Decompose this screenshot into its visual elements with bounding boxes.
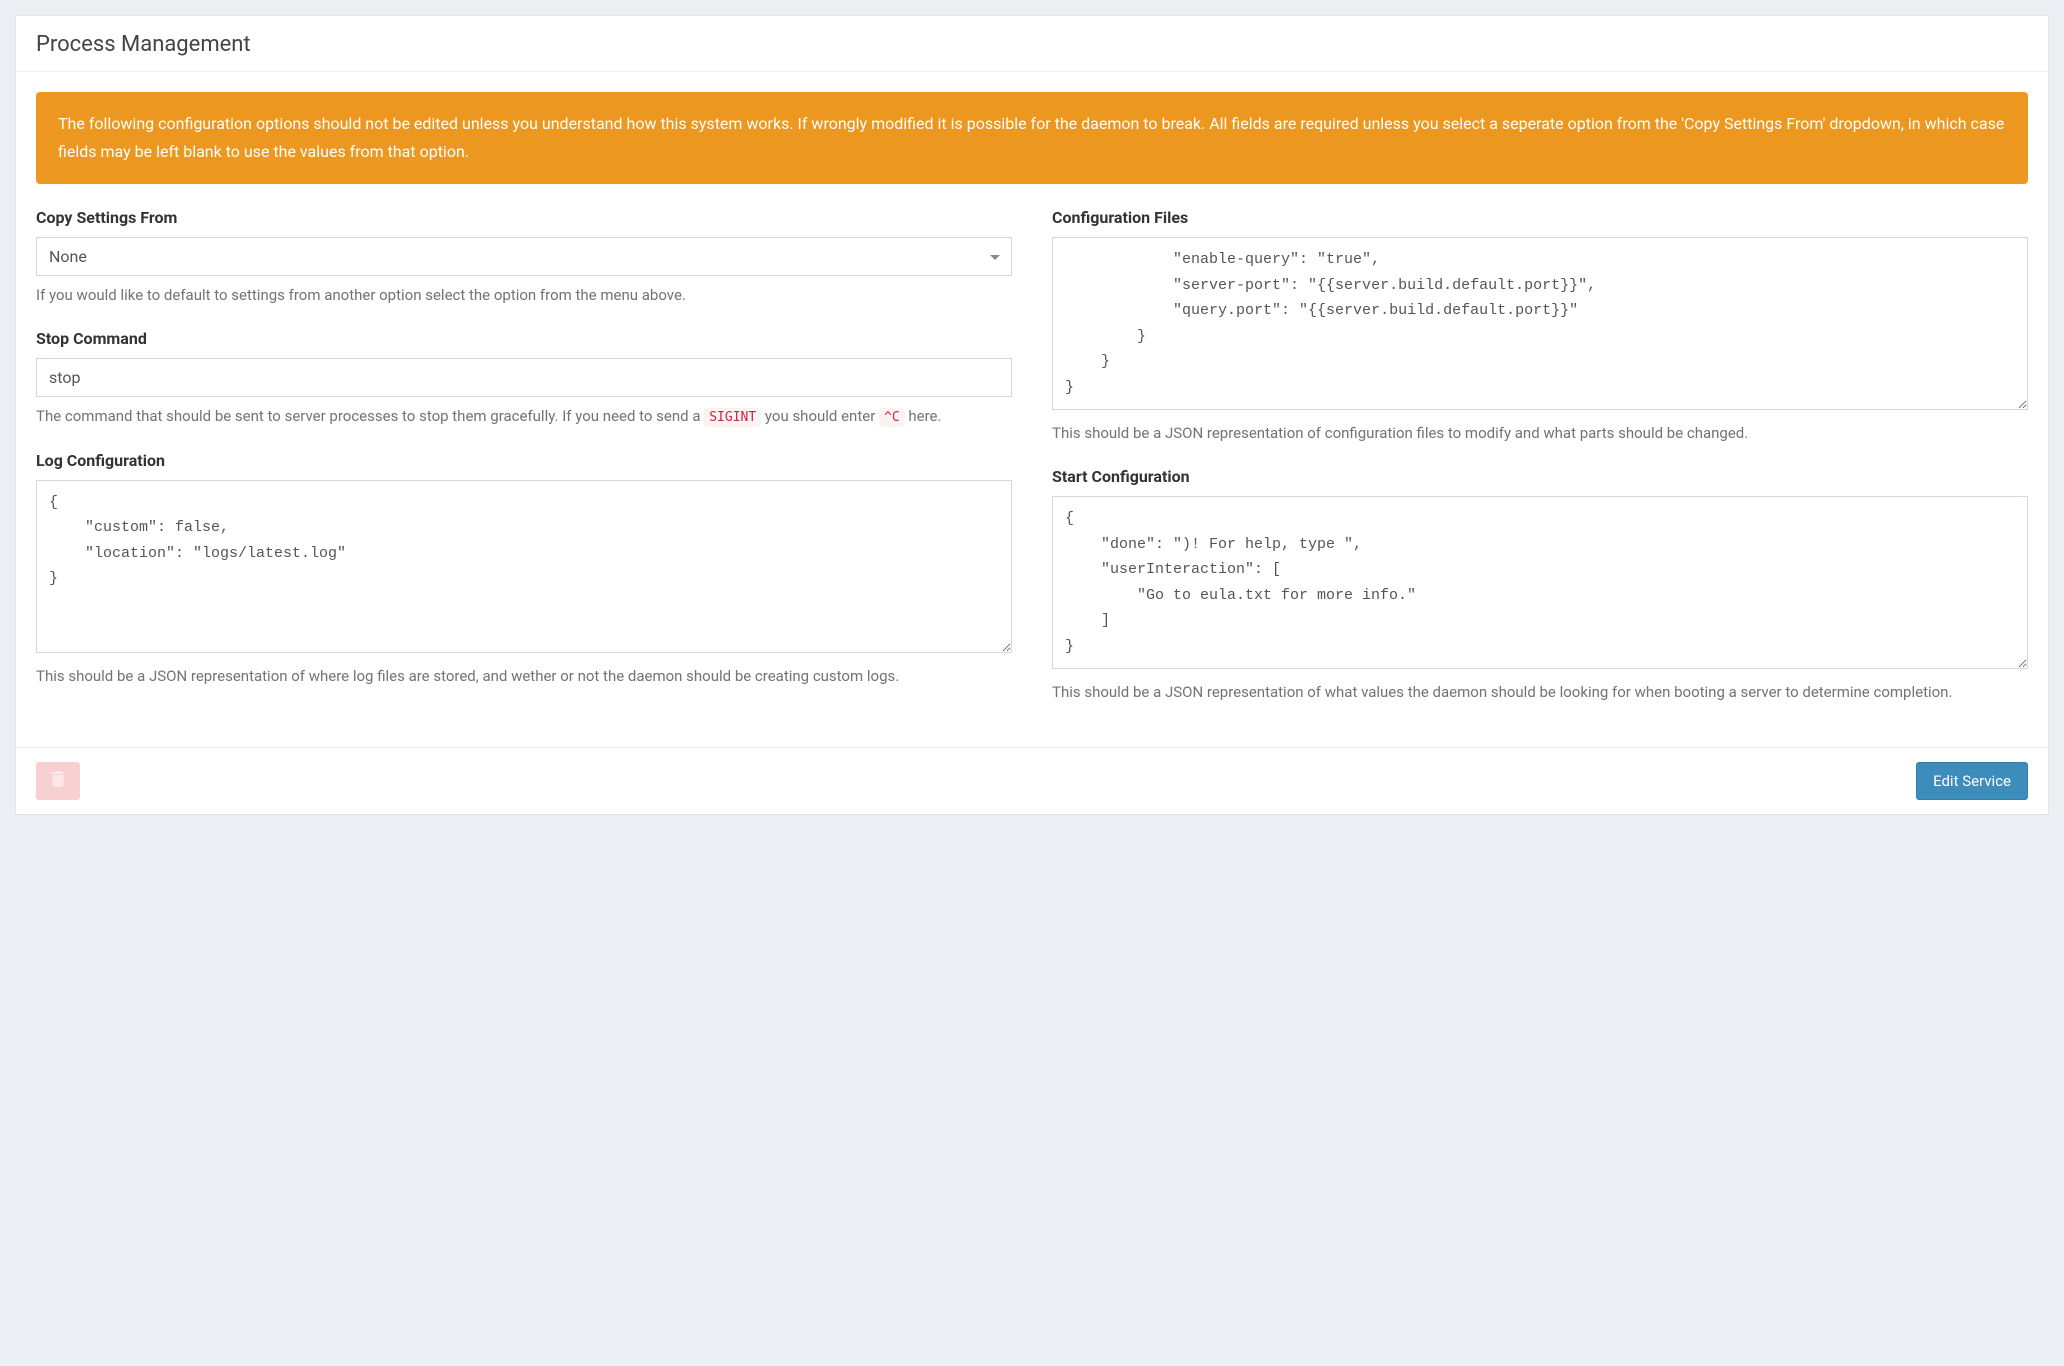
- stop-command-group: Stop Command The command that should be …: [36, 329, 1012, 428]
- log-config-help: This should be a JSON representation of …: [36, 665, 1012, 688]
- start-config-label: Start Configuration: [1052, 467, 2028, 486]
- delete-button[interactable]: [36, 762, 80, 800]
- left-column: Copy Settings From None If you would lik…: [36, 208, 1012, 727]
- copy-settings-group: Copy Settings From None If you would lik…: [36, 208, 1012, 307]
- log-config-label: Log Configuration: [36, 451, 1012, 470]
- copy-settings-select-wrap: None: [36, 237, 1012, 276]
- warning-alert: The following configuration options shou…: [36, 92, 2028, 184]
- copy-settings-help: If you would like to default to settings…: [36, 284, 1012, 307]
- config-files-label: Configuration Files: [1052, 208, 2028, 227]
- start-config-textarea[interactable]: { "done": ")! For help, type ", "userInt…: [1052, 496, 2028, 669]
- warning-text: The following configuration options shou…: [58, 114, 2004, 161]
- ctrl-c-code: ^C: [879, 408, 905, 427]
- panel-header: Process Management: [16, 16, 2048, 72]
- panel-body: The following configuration options shou…: [16, 72, 2048, 747]
- stop-command-label: Stop Command: [36, 329, 1012, 348]
- process-management-panel: Process Management The following configu…: [15, 15, 2049, 815]
- copy-settings-label: Copy Settings From: [36, 208, 1012, 227]
- form-row: Copy Settings From None If you would lik…: [36, 208, 2028, 727]
- config-files-group: Configuration Files "enable-query": "tru…: [1052, 208, 2028, 445]
- config-files-textarea[interactable]: "enable-query": "true", "server-port": "…: [1052, 237, 2028, 410]
- sigint-code: SIGINT: [704, 408, 761, 427]
- edit-service-button[interactable]: Edit Service: [1916, 762, 2028, 800]
- copy-settings-select[interactable]: None: [36, 237, 1012, 276]
- log-config-textarea[interactable]: { "custom": false, "location": "logs/lat…: [36, 480, 1012, 653]
- log-config-group: Log Configuration { "custom": false, "lo…: [36, 451, 1012, 688]
- right-column: Configuration Files "enable-query": "tru…: [1052, 208, 2028, 727]
- trash-icon: [51, 771, 65, 791]
- stop-command-input[interactable]: [36, 358, 1012, 397]
- start-config-group: Start Configuration { "done": ")! For he…: [1052, 467, 2028, 704]
- config-files-help: This should be a JSON representation of …: [1052, 422, 2028, 445]
- start-config-help: This should be a JSON representation of …: [1052, 681, 2028, 704]
- page-title: Process Management: [36, 32, 2028, 57]
- panel-footer: Edit Service: [16, 747, 2048, 814]
- stop-command-help: The command that should be sent to serve…: [36, 405, 1012, 428]
